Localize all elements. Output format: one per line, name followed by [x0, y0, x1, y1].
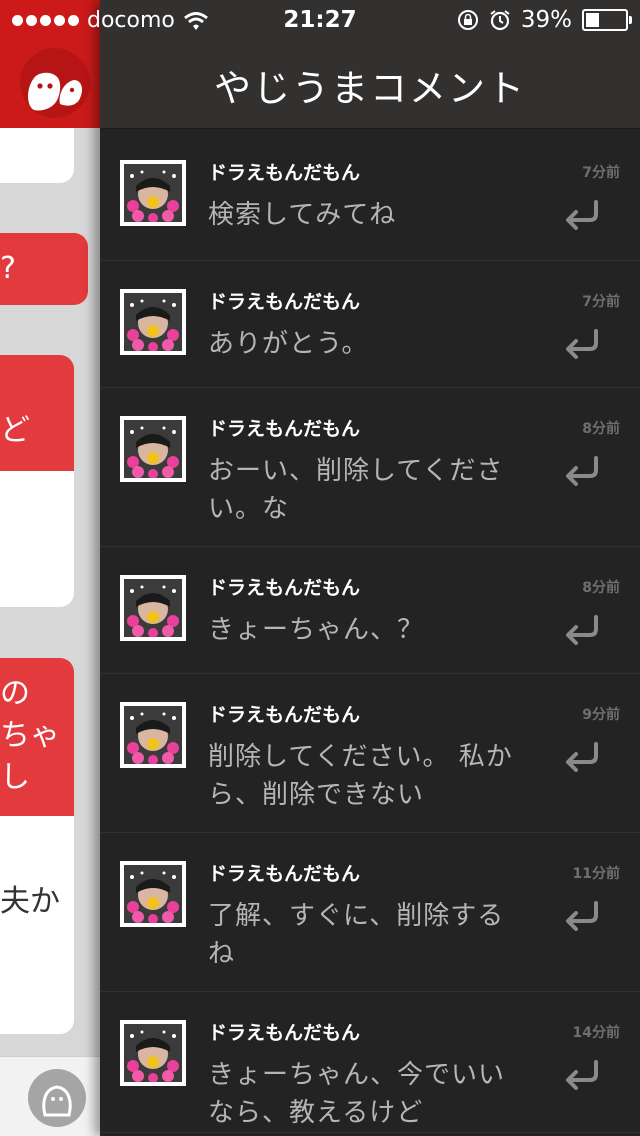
comment-item[interactable]: ドラえもんだもん 7分前 検索してみてね — [100, 132, 640, 261]
reply-icon[interactable] — [560, 192, 604, 236]
chat-input-bar — [0, 1056, 100, 1136]
reply-icon[interactable] — [560, 1052, 604, 1096]
comment-time: 7分前 — [582, 165, 620, 181]
user-avatar[interactable] — [120, 1020, 186, 1086]
chat-bubble: の ちゃ し — [0, 658, 74, 816]
comment-time: 14分前 — [572, 1025, 620, 1041]
user-avatar[interactable] — [120, 416, 186, 482]
user-avatar-icon[interactable] — [28, 1069, 86, 1127]
comment-item[interactable]: ドラえもんだもん 8分前 きょーちゃん、？ — [100, 547, 640, 674]
user-avatar[interactable] — [120, 575, 186, 641]
comment-username: ドラえもんだもん — [208, 577, 361, 599]
comment-item[interactable]: ドラえもんだもん 7分前 ありがとう。 — [100, 261, 640, 388]
comment-username: ドラえもんだもん — [208, 1022, 361, 1044]
battery-percent: 39% — [520, 7, 572, 33]
user-avatar[interactable] — [120, 702, 186, 768]
comment-text: きょーちゃん、今でいい なら、教えるけど — [208, 1060, 506, 1128]
reply-icon[interactable] — [560, 448, 604, 492]
battery-icon — [582, 9, 632, 31]
reply-icon[interactable] — [560, 893, 604, 937]
user-avatar[interactable] — [120, 861, 186, 927]
comment-item[interactable]: ドラえもんだもん 9分前 削除してください。 私か ら、削除できない — [100, 674, 640, 833]
chat-bubble: ど — [0, 355, 74, 471]
comment-time: 8分前 — [582, 580, 620, 596]
comment-item[interactable]: ドラえもんだもん 14分前 きょーちゃん、今でいい なら、教えるけど — [100, 992, 640, 1133]
rotation-lock-icon — [457, 10, 478, 30]
comment-time: 8分前 — [582, 421, 620, 437]
comment-username: ドラえもんだもん — [208, 863, 361, 885]
comment-text: 了解、すぐに、削除する ね — [208, 901, 505, 969]
comment-item[interactable]: ドラえもんだもん 8分前 おーい、削除してくださ い。な — [100, 388, 640, 547]
chat-bubble-text: し — [0, 760, 30, 795]
comment-time: 7分前 — [582, 294, 620, 310]
reply-icon[interactable] — [560, 734, 604, 778]
background-chat-pane: ? ど の ちゃ し 夫か — [0, 0, 100, 1136]
comment-username: ドラえもんだもん — [208, 704, 361, 726]
status-bar: docomo 21:27 39% — [0, 0, 640, 40]
comment-username: ドラえもんだもん — [208, 291, 361, 313]
reply-icon[interactable] — [560, 321, 604, 365]
page-title: やじうまコメント — [214, 67, 526, 110]
comment-time: 11分前 — [572, 866, 620, 882]
comment-text: きょーちゃん、？ — [208, 615, 425, 645]
comment-panel: やじうまコメント ドラえもんだもん 7分前 検索してみてね ドラえもんだもん 7… — [100, 0, 640, 1136]
comment-username: ドラえもんだもん — [208, 162, 361, 184]
comment-list[interactable]: ドラえもんだもん 7分前 検索してみてね ドラえもんだもん 7分前 ありがとう。… — [100, 132, 640, 1133]
chat-bubble: ? — [0, 233, 88, 305]
chat-bubble-text: ちゃ — [0, 718, 60, 753]
comment-text: ありがとう。 — [208, 329, 369, 359]
comment-text: 検索してみてね — [208, 200, 397, 230]
comment-username: ドラえもんだもん — [208, 418, 361, 440]
chat-bubble-text: の — [0, 676, 30, 711]
user-avatar[interactable] — [120, 289, 186, 355]
app-logo-icon[interactable] — [20, 48, 90, 118]
user-avatar[interactable] — [120, 160, 186, 226]
chat-bubble-text: ど — [0, 413, 30, 448]
chat-bubble: 夫か — [0, 816, 74, 1034]
chat-bubble-text: 夫か — [0, 884, 60, 919]
comment-time: 9分前 — [582, 707, 620, 723]
comment-text: おーい、削除してくださ い。な — [208, 456, 504, 524]
comment-text: 削除してください。 私か ら、削除できない — [208, 742, 513, 810]
alarm-icon — [490, 10, 510, 31]
chat-bubble-text: ? — [0, 251, 16, 286]
chat-bubble — [0, 471, 74, 607]
comment-item[interactable]: ドラえもんだもん 11分前 了解、すぐに、削除する ね — [100, 833, 640, 992]
reply-icon[interactable] — [560, 607, 604, 651]
chat-bubble — [0, 128, 74, 183]
